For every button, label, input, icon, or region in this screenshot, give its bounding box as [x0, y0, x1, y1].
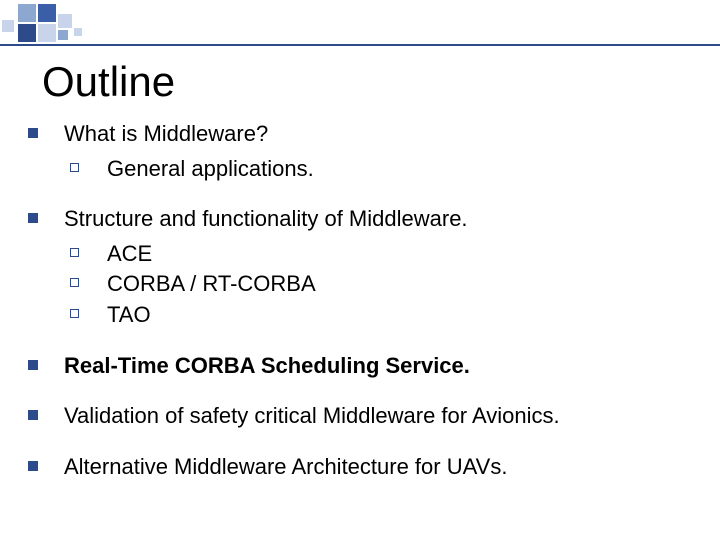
outline-subitem-text: General applications.: [107, 155, 314, 184]
square-bullet-icon: [28, 213, 38, 223]
outline-item-text: What is Middleware?: [64, 120, 268, 149]
outline-item-text: Alternative Middleware Architecture for …: [64, 453, 507, 482]
slide-header-decoration: [0, 0, 720, 46]
square-bullet-icon: [28, 128, 38, 138]
outline-item: What is Middleware?: [28, 120, 690, 149]
outline-subitem-text: ACE: [107, 240, 152, 269]
outline-subitem-text: CORBA / RT-CORBA: [107, 270, 316, 299]
outline-item-text: Structure and functionality of Middlewar…: [64, 205, 468, 234]
outline-subitem-text: TAO: [107, 301, 151, 330]
outline-subitem: CORBA / RT-CORBA: [70, 270, 690, 299]
hollow-square-bullet-icon: [70, 309, 79, 318]
outline-item: Validation of safety critical Middleware…: [28, 402, 690, 431]
hollow-square-bullet-icon: [70, 163, 79, 172]
square-bullet-icon: [28, 360, 38, 370]
outline-subitem: TAO: [70, 301, 690, 330]
outline-subitem: ACE: [70, 240, 690, 269]
slide-header-rule: [0, 44, 720, 46]
slide-content: Outline What is Middleware? General appl…: [42, 58, 690, 487]
outline-item: Structure and functionality of Middlewar…: [28, 205, 690, 234]
hollow-square-bullet-icon: [70, 278, 79, 287]
square-bullet-icon: [28, 461, 38, 471]
outline-item: Real-Time CORBA Scheduling Service.: [28, 352, 690, 381]
outline-subitem: General applications.: [70, 155, 690, 184]
outline-item-text: Validation of safety critical Middleware…: [64, 402, 560, 431]
slide-title: Outline: [42, 58, 690, 106]
square-bullet-icon: [28, 410, 38, 420]
hollow-square-bullet-icon: [70, 248, 79, 257]
outline-item: Alternative Middleware Architecture for …: [28, 453, 690, 482]
outline-item-text: Real-Time CORBA Scheduling Service.: [64, 352, 470, 381]
